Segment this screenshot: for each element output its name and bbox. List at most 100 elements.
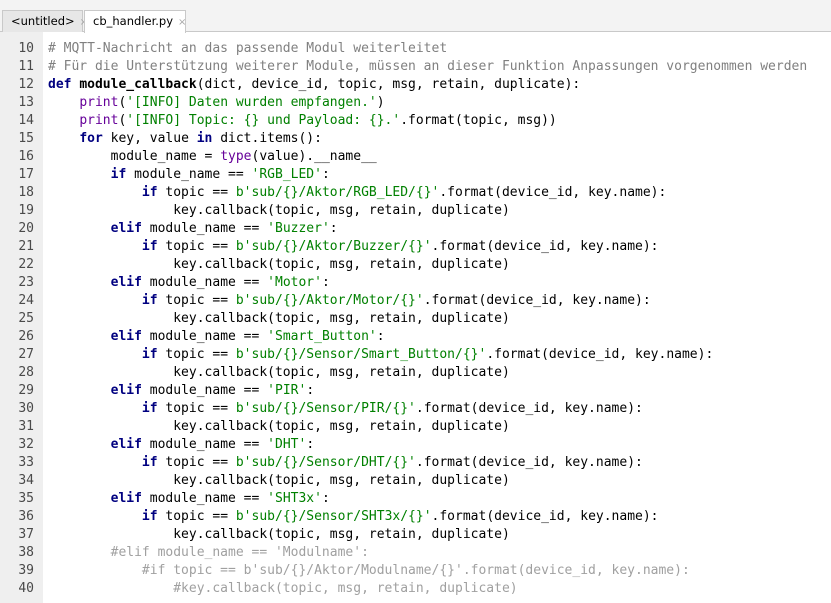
code-token: topic ==: [165, 509, 236, 524]
code-line[interactable]: 16 module_name = type(value).__name__: [0, 148, 831, 166]
code-token: topic ==: [165, 239, 236, 254]
code-token: key.callback(topic, msg, retain, duplica…: [48, 311, 510, 326]
code-line[interactable]: 19 key.callback(topic, msg, retain, dupl…: [0, 202, 831, 220]
line-text: key.callback(topic, msg, retain, duplica…: [48, 418, 510, 436]
line-number: 38: [18, 545, 34, 560]
code-line[interactable]: 26 elif module_name == 'Smart_Button':: [0, 328, 831, 346]
code-line[interactable]: 21 if topic == b'sub/{}/Aktor/Buzzer/{}'…: [0, 238, 831, 256]
code-token: 'SHT3x': [267, 491, 322, 506]
code-line[interactable]: 32 elif module_name == 'DHT':: [0, 436, 831, 454]
code-line[interactable]: 40 #key.callback(topic, msg, retain, dup…: [0, 580, 831, 598]
code-line[interactable]: 36 if topic == b'sub/{}/Sensor/SHT3x/{}'…: [0, 508, 831, 526]
line-number: 39: [18, 563, 34, 578]
code-token: :: [306, 437, 315, 452]
code-line[interactable]: 24 if topic == b'sub/{}/Aktor/Motor/{}'.…: [0, 292, 831, 310]
line-text: key.callback(topic, msg, retain, duplica…: [48, 310, 510, 328]
code-editor[interactable]: 10 # MQTT-Nachricht an das passende Modul…: [0, 32, 831, 603]
code-token: # MQTT-Nachricht an das passende Modul w…: [48, 41, 448, 56]
code-token: elif: [110, 383, 150, 398]
line-text: elif module_name == 'SHT3x':: [48, 490, 330, 508]
code-line[interactable]: 38 #elif module_name == 'Modulname':: [0, 544, 831, 562]
line-number: 26: [18, 329, 34, 344]
code-line[interactable]: 10 # MQTT-Nachricht an das passende Modul…: [0, 40, 831, 58]
line-number: 17: [18, 167, 34, 182]
code-line[interactable]: 37 key.callback(topic, msg, retain, dupl…: [0, 526, 831, 544]
code-line[interactable]: 23 elif module_name == 'Motor':: [0, 274, 831, 292]
code-line[interactable]: 29 elif module_name == 'PIR':: [0, 382, 831, 400]
code-line[interactable]: 28 key.callback(topic, msg, retain, dupl…: [0, 364, 831, 382]
code-token: topic ==: [165, 185, 236, 200]
code-line[interactable]: 30 if topic == b'sub/{}/Sensor/PIR/{}'.f…: [0, 400, 831, 418]
line-number: 23: [18, 275, 34, 290]
line-text: if module_name == 'RGB_LED':: [48, 166, 330, 184]
line-number: 21: [18, 239, 34, 254]
code-line[interactable]: 25 key.callback(topic, msg, retain, dupl…: [0, 310, 831, 328]
code-area[interactable]: 10 # MQTT-Nachricht an das passende Modul…: [0, 32, 831, 603]
code-token: def: [48, 77, 80, 92]
code-line[interactable]: 14 print('[INFO] Topic: {} und Payload: …: [0, 112, 831, 130]
code-token: module_name ==: [149, 491, 268, 506]
code-token: .format(device_id, key.name):: [431, 509, 659, 524]
line-text: #elif module_name == 'Modulname':: [48, 544, 369, 562]
line-number: 30: [18, 401, 34, 416]
code-line[interactable]: 39 #if topic == b'sub/{}/Aktor/Modulname…: [0, 562, 831, 580]
line-text: #if topic == b'sub/{}/Aktor/Modulname/{}…: [48, 562, 690, 580]
code-token: :: [321, 491, 330, 506]
code-line[interactable]: 33 if topic == b'sub/{}/Sensor/DHT/{}'.f…: [0, 454, 831, 472]
code-token: 'Smart_Button': [267, 329, 377, 344]
line-text: if topic == b'sub/{}/Aktor/RGB_LED/{}'.f…: [48, 184, 666, 202]
close-icon[interactable]: ×: [178, 17, 186, 28]
code-line[interactable]: 11 # Für die Unterstützung weiterer Modul…: [0, 58, 831, 76]
code-token: elif: [110, 437, 150, 452]
code-token: in: [196, 131, 221, 146]
line-text: #key.callback(topic, msg, retain, duplic…: [48, 580, 517, 598]
code-token: topic ==: [165, 455, 236, 470]
code-token: (dict, device_id, topic, msg, retain, du…: [196, 77, 581, 92]
code-token: module_callback: [79, 77, 197, 92]
code-line[interactable]: 35 elif module_name == 'SHT3x':: [0, 490, 831, 508]
code-token: b'sub/{}/Aktor/RGB_LED/{}': [235, 185, 440, 200]
code-line[interactable]: 34 key.callback(topic, msg, retain, dupl…: [0, 472, 831, 490]
code-token: :: [376, 329, 385, 344]
code-line[interactable]: 27 if topic == b'sub/{}/Sensor/Smart_But…: [0, 346, 831, 364]
code-line[interactable]: 22 key.callback(topic, msg, retain, dupl…: [0, 256, 831, 274]
line-text: module_name = type(value).__name__: [48, 148, 377, 166]
tab-untitled[interactable]: <untitled>×: [2, 10, 88, 32]
code-token: .format(device_id, key.name):: [439, 185, 667, 200]
tab-label: cb_handler.py: [93, 14, 174, 28]
code-token: .format(device_id, key.name):: [486, 347, 714, 362]
code-token: key.callback(topic, msg, retain, duplica…: [48, 203, 510, 218]
line-text: key.callback(topic, msg, retain, duplica…: [48, 526, 510, 544]
line-number: 15: [18, 131, 34, 146]
code-line[interactable]: 17 if module_name == 'RGB_LED':: [0, 166, 831, 184]
code-line[interactable]: 13 print('[INFO] Daten wurden empfangen.…: [0, 94, 831, 112]
code-token: print: [79, 113, 119, 128]
line-text: elif module_name == 'PIR':: [48, 382, 315, 400]
code-token: 'Buzzer': [267, 221, 330, 236]
code-token: elif: [110, 221, 150, 236]
code-line[interactable]: 31 key.callback(topic, msg, retain, dupl…: [0, 418, 831, 436]
code-token: ): [376, 95, 385, 110]
code-token: key.callback(topic, msg, retain, duplica…: [48, 527, 510, 542]
code-token: 'RGB_LED': [251, 167, 322, 182]
code-line[interactable]: 20 elif module_name == 'Buzzer':: [0, 220, 831, 238]
code-token: .format(device_id, key.name):: [431, 239, 659, 254]
code-token: key.callback(topic, msg, retain, duplica…: [48, 473, 510, 488]
code-line[interactable]: 12 def module_callback(dict, device_id, t…: [0, 76, 831, 94]
code-token: module_name ==: [149, 329, 268, 344]
tab-cb-handler[interactable]: cb_handler.py ×: [84, 10, 186, 33]
code-line[interactable]: 15 for key, value in dict.items():: [0, 130, 831, 148]
line-number: 19: [18, 203, 34, 218]
code-token: if: [141, 401, 166, 416]
line-text: if topic == b'sub/{}/Aktor/Motor/{}'.for…: [48, 292, 651, 310]
code-line[interactable]: 18 if topic == b'sub/{}/Aktor/RGB_LED/{}…: [0, 184, 831, 202]
line-text: if topic == b'sub/{}/Aktor/Buzzer/{}'.fo…: [48, 238, 659, 256]
code-token: key.callback(topic, msg, retain, duplica…: [48, 419, 510, 434]
